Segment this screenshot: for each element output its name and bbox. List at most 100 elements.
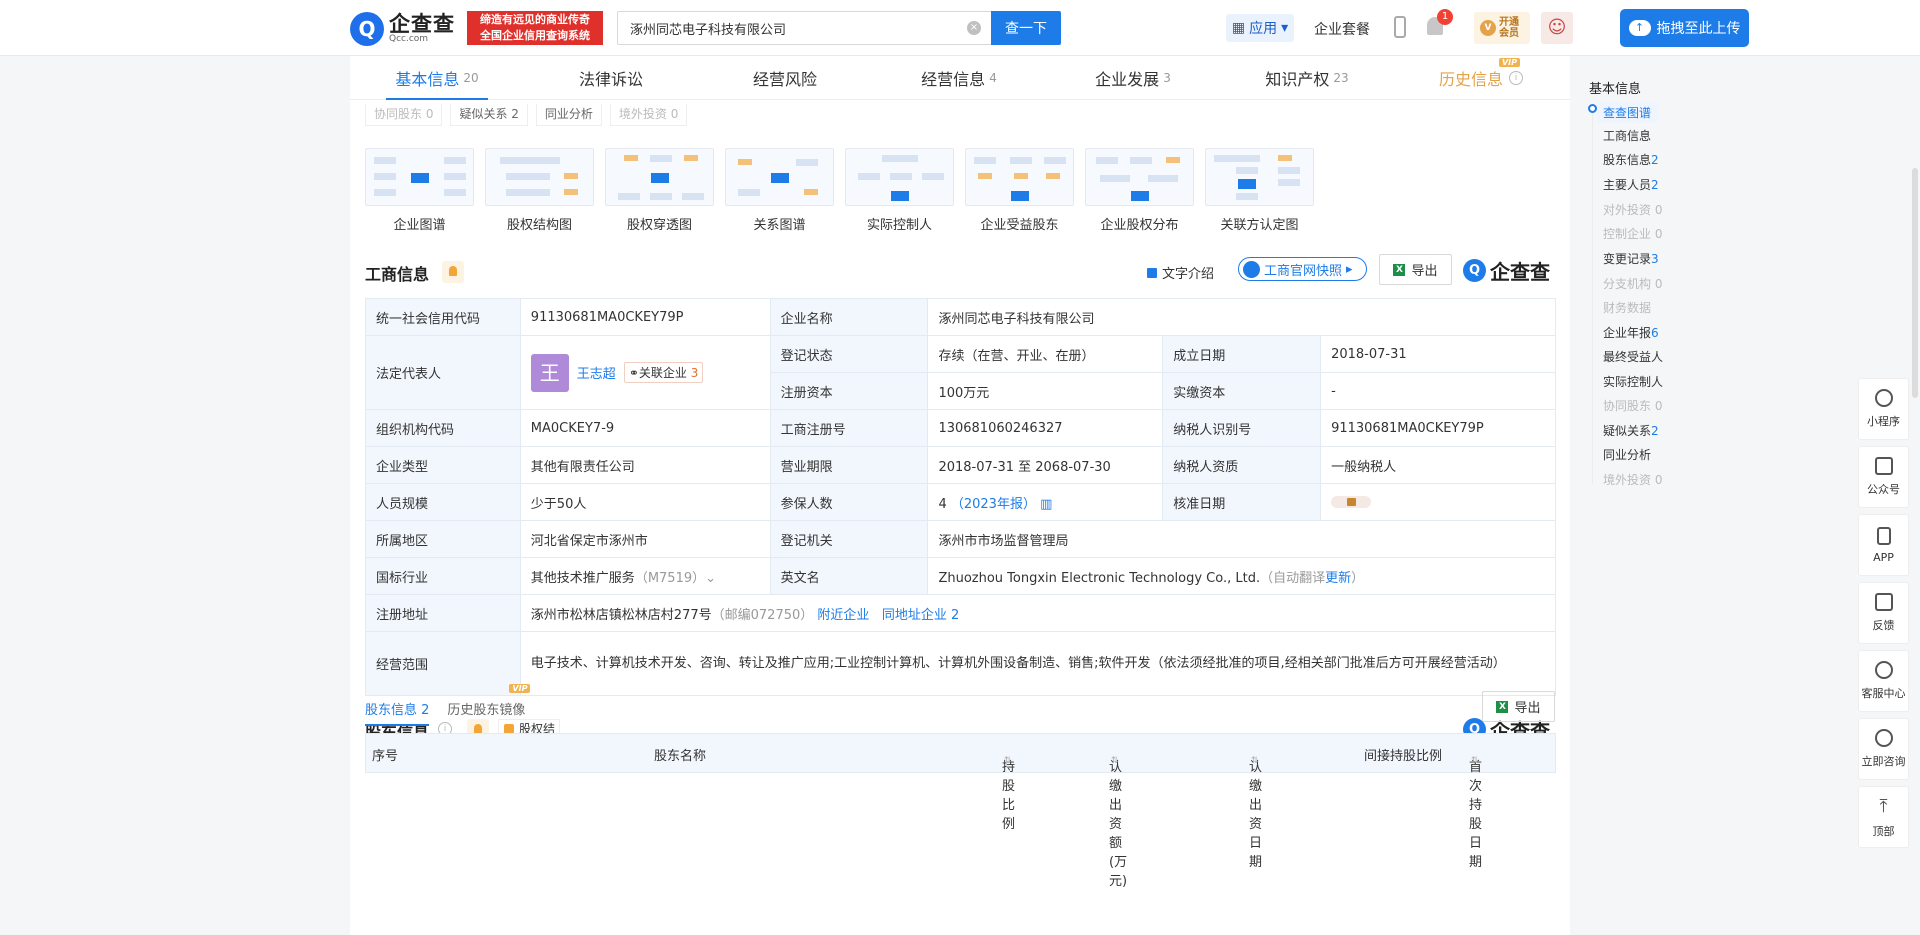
open-vip-button[interactable]: V 开通 会员 [1474, 12, 1530, 44]
text-intro-button[interactable]: 文字介绍 [1147, 263, 1214, 282]
side-nav-item-industry-analysis[interactable]: 同业分析 [1603, 446, 1651, 463]
drag-upload-button[interactable]: ↑ 拖拽至此上传 [1620, 9, 1749, 47]
wechat-account-button[interactable]: 公众号 [1858, 446, 1909, 508]
diagram-equity-penetration[interactable]: 股权穿透图 [605, 148, 714, 233]
diagram-enterprise-graph[interactable]: 企业图谱 [365, 148, 474, 233]
tab-current-shareholders[interactable]: 股东信息 2 [365, 699, 430, 726]
tab-history-shareholders[interactable]: 历史股东镜像 VIP [447, 684, 531, 726]
export-shareholders-button[interactable]: X 导出 [1482, 691, 1555, 722]
customer-service-button[interactable]: 客服中心 [1858, 650, 1909, 712]
business-info-title: 工商信息 [365, 265, 430, 284]
auto-translate-note-close: ） [1351, 570, 1365, 586]
diagram-thumbnail [605, 148, 714, 206]
side-nav-item-suspected-relations[interactable]: 疑似关系2 [1603, 422, 1659, 439]
subtag-overseas-investment[interactable]: 境外投资 0 [609, 104, 688, 126]
side-nav-item-investments[interactable]: 对外投资 0 [1603, 201, 1662, 218]
search-button[interactable]: 查一下 [991, 11, 1061, 45]
phone-icon [1876, 526, 1891, 545]
qcc-logo-mark: Q [350, 12, 384, 46]
update-translation-link[interactable]: 更新 [1325, 571, 1351, 586]
tab-basic-info[interactable]: 基本信息 20 [350, 56, 524, 100]
tab-litigation[interactable]: 法律诉讼 [524, 56, 698, 100]
side-nav-item-actual-controller[interactable]: 实际控制人 [1603, 373, 1663, 390]
side-nav-item-annual-reports[interactable]: 企业年报6 [1603, 324, 1659, 341]
diagram-actual-controller[interactable]: 实际控制人 [845, 148, 954, 233]
nearby-companies-link[interactable]: 附近企业 [817, 608, 869, 623]
side-nav-item-key-personnel[interactable]: 主要人员2 [1603, 176, 1659, 193]
app-menu-button[interactable]: ▦ 应用 ▾ [1226, 14, 1294, 42]
qcc-logo-mark: Q [1463, 259, 1486, 282]
industry-cell[interactable]: 其他技术推广服务（M7519）⌄ [519, 557, 771, 595]
export-business-button[interactable]: X 导出 [1379, 254, 1452, 285]
approval-date-cell [1320, 483, 1556, 521]
mini-program-button[interactable]: 小程序 [1858, 378, 1909, 440]
subscribe-bell-icon[interactable] [442, 261, 464, 283]
clear-search-icon[interactable]: × [967, 21, 981, 35]
user-avatar[interactable]: ☺ [1541, 12, 1573, 44]
side-nav-item-financials[interactable]: 财务数据 [1603, 299, 1651, 316]
tab-operating-risk[interactable]: 经营风险 [698, 56, 872, 100]
mobile-phone-icon[interactable] [1394, 16, 1406, 38]
subtag-suspected-relations[interactable]: 疑似关系 2 [450, 104, 528, 126]
chat-icon [1874, 729, 1893, 747]
qcc-logo[interactable]: Q 企查查 Qcc.com [350, 11, 464, 47]
enterprise-package-link[interactable]: 企业套餐 [1314, 19, 1370, 39]
legal-rep-key: 法定代表人 [365, 335, 521, 410]
diagram-beneficial-shareholders[interactable]: 企业受益股东 [965, 148, 1074, 233]
app-download-button[interactable]: APP [1858, 514, 1909, 576]
diagram-equity-distribution[interactable]: 企业股权分布 [1085, 148, 1194, 233]
side-nav-item-graph[interactable]: 查查图谱 [1597, 102, 1658, 123]
chart-icon[interactable]: ▥ [1040, 497, 1052, 512]
side-nav-count: 0 [1654, 277, 1663, 291]
consult-now-button[interactable]: 立即咨询 [1858, 718, 1909, 780]
paid-capital-value: - [1320, 372, 1556, 410]
company-name-key: 企业名称 [769, 298, 929, 336]
industry-value: 其他技术推广服务 [530, 570, 635, 586]
info-icon: i [1509, 71, 1523, 85]
tab-intellectual-property[interactable]: 知识产权 23 [1220, 56, 1394, 100]
diagram-related-party[interactable]: 关联方认定图 [1205, 148, 1314, 233]
diagram-label: 股权穿透图 [626, 218, 692, 233]
reg-capital-key: 注册资本 [769, 372, 929, 410]
diagram-thumbnail [965, 148, 1074, 206]
side-nav-item-cooperative-shareholders[interactable]: 协同股东 0 [1603, 397, 1662, 414]
dock-label: 小程序 [1867, 415, 1900, 428]
legal-rep-avatar[interactable]: 王 [530, 353, 569, 392]
vip-lock-icon[interactable] [1331, 496, 1372, 508]
side-nav-label: 财务数据 [1603, 301, 1652, 315]
feedback-button[interactable]: 反馈 [1858, 582, 1909, 644]
col-share-ratio-label: 持股比例 [1002, 760, 1016, 832]
side-nav-item-shareholders[interactable]: 股东信息2 [1603, 151, 1659, 168]
side-nav-item-overseas-investment[interactable]: 境外投资 0 [1603, 471, 1662, 488]
side-nav-item-branches[interactable]: 分支机构 0 [1603, 275, 1662, 292]
subtag-cooperative-shareholders[interactable]: 协同股东 0 [365, 104, 443, 126]
subtag-industry-analysis[interactable]: 同业分析 [535, 104, 602, 126]
diagram-equity-structure[interactable]: 股权结构图 [485, 148, 594, 233]
side-nav-item-ultimate-beneficiary[interactable]: 最终受益人 [1603, 348, 1663, 365]
qcc-logo-name: 企查查 [389, 12, 455, 36]
legal-rep-cell: 王王志超 ⚭关联企业 3 [519, 335, 771, 410]
section-tabs: 基本信息 20 法律诉讼 经营风险 经营信息 4 企业发展 3 知识产权 23 历史信息… [350, 56, 1570, 100]
shareholder-table-header: 序号 股东名称 持股比例 ⇅ 认缴出资额(万元) ⇅ 认缴出资日期 ⇅ 间接持股比例 … [365, 733, 1556, 889]
annual-report-link[interactable]: （2023年报） [951, 497, 1036, 512]
related-companies-tag[interactable]: ⚭关联企业 3 [623, 362, 704, 383]
side-nav-item-change-log[interactable]: 变更记录3 [1603, 250, 1659, 267]
related-companies-label: 关联企业 [638, 366, 687, 380]
tab-development[interactable]: 企业发展 3 [1046, 56, 1220, 100]
same-address-companies-link[interactable]: 同地址企业 2 [882, 608, 959, 623]
tab-history-info[interactable]: 历史信息 i VIP [1394, 56, 1568, 100]
page-scrollbar[interactable] [1912, 168, 1918, 398]
diagram-relationship-graph[interactable]: 关系图谱 [725, 148, 834, 233]
gov-snapshot-button[interactable]: 工商官网快照 ▸ [1238, 257, 1367, 281]
business-info-table: 统一社会信用代码 91130681MA0CKEY79P 企业名称 涿州同芯电子科… [365, 298, 1557, 696]
tab-label: 历史信息 [1438, 70, 1503, 89]
side-nav-count: 0 [1654, 227, 1663, 241]
side-nav-item-controlled-companies[interactable]: 控制企业 0 [1603, 225, 1662, 242]
drag-upload-label: 拖拽至此上传 [1656, 21, 1741, 37]
search-input[interactable] [618, 12, 958, 44]
legal-rep-link[interactable]: 王志超 [577, 363, 616, 382]
side-nav-item-business[interactable]: 工商信息 [1603, 127, 1651, 144]
taxpayer-qualification-key: 纳税人资质 [1162, 446, 1322, 484]
back-to-top-button[interactable]: ⤒ 顶部 [1858, 786, 1909, 848]
tab-operating-info[interactable]: 经营信息 4 [872, 56, 1046, 100]
